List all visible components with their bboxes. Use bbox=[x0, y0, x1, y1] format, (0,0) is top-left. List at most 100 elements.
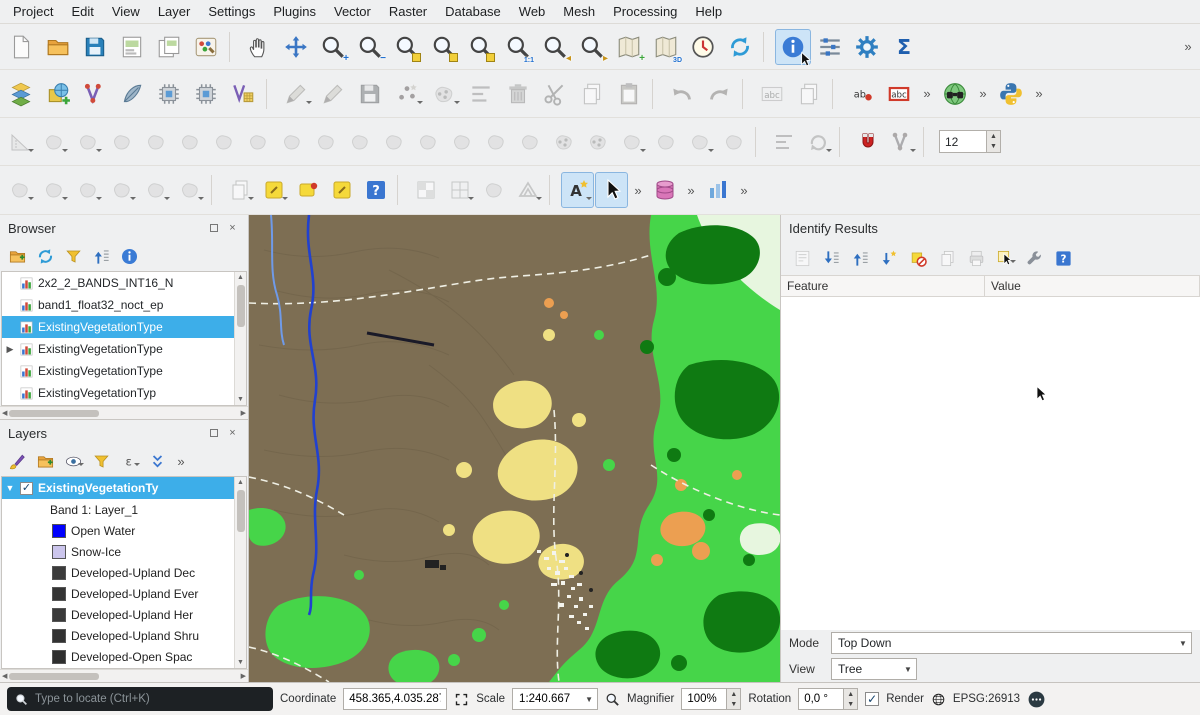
tracing-offset[interactable]: 12▲▼ bbox=[939, 130, 1001, 153]
refresh-browser-button[interactable] bbox=[32, 243, 58, 269]
regular-polygon-digitizing-button[interactable] bbox=[139, 172, 172, 208]
menu-settings[interactable]: Settings bbox=[199, 1, 264, 22]
magnifier-input[interactable] bbox=[681, 688, 727, 710]
rectangle-digitizing-button[interactable] bbox=[105, 172, 138, 208]
add-group-button[interactable] bbox=[32, 448, 58, 474]
scroll-down-icon[interactable]: ▼ bbox=[237, 394, 244, 405]
layers-horizontal-scrollbar[interactable]: ◀ ▶ bbox=[0, 669, 248, 682]
cut-features-button[interactable] bbox=[537, 76, 573, 112]
layer-labeling-options-button[interactable] bbox=[881, 76, 917, 112]
new-shapefile-layer-button[interactable] bbox=[77, 76, 113, 112]
toolbar-overflow-button[interactable]: » bbox=[1030, 79, 1048, 109]
undo-button[interactable] bbox=[664, 76, 700, 112]
vertex-tool-button[interactable] bbox=[426, 76, 462, 112]
toolbar-overflow-button[interactable]: » bbox=[918, 79, 936, 109]
add-part-button[interactable] bbox=[207, 124, 240, 160]
toggle-editing-button[interactable] bbox=[315, 76, 351, 112]
merge-features-button[interactable] bbox=[479, 124, 512, 160]
chevron-down-icon[interactable]: ▼ bbox=[1175, 633, 1191, 653]
menu-project[interactable]: Project bbox=[4, 1, 62, 22]
pan-map-button[interactable] bbox=[241, 29, 277, 65]
refresh-map-button[interactable] bbox=[722, 29, 758, 65]
collapse-all-button[interactable] bbox=[88, 243, 114, 269]
menu-raster[interactable]: Raster bbox=[380, 1, 436, 22]
open-layer-styling-panel-button[interactable] bbox=[4, 448, 30, 474]
zoom-to-selection-button[interactable] bbox=[426, 29, 462, 65]
mesh-select-button[interactable] bbox=[443, 172, 476, 208]
new-annotation-layer-button[interactable] bbox=[257, 172, 290, 208]
statistical-summary-button[interactable] bbox=[812, 29, 848, 65]
expand-tree-button[interactable] bbox=[818, 245, 844, 271]
toolbar-overflow-button[interactable]: » bbox=[735, 175, 753, 205]
help-contents-button[interactable] bbox=[359, 172, 392, 208]
scroll-down-icon[interactable]: ▼ bbox=[237, 657, 244, 668]
identify-settings-button[interactable] bbox=[1021, 245, 1047, 271]
manage-map-themes-button[interactable] bbox=[60, 448, 86, 474]
identify-results-body[interactable] bbox=[781, 297, 1200, 630]
extents-toggle-icon[interactable] bbox=[454, 692, 469, 707]
rotation-input[interactable] bbox=[798, 688, 844, 710]
simplify-feature-button[interactable] bbox=[139, 124, 172, 160]
browser-item[interactable]: ▶ExistingVegetationType bbox=[2, 338, 234, 360]
toolbar-overflow-button[interactable]: » bbox=[974, 79, 992, 109]
browser-item[interactable]: ExistingVegetationType bbox=[2, 360, 234, 382]
delete-ring-button[interactable] bbox=[275, 124, 308, 160]
show-statistics-button[interactable] bbox=[886, 29, 922, 65]
db-manager-button[interactable] bbox=[648, 172, 681, 208]
mesh-edit-button[interactable] bbox=[511, 172, 544, 208]
legend-class-item[interactable]: Snow-Ice bbox=[2, 541, 234, 562]
curve-digitizing-button[interactable] bbox=[683, 124, 716, 160]
move-feature-button[interactable] bbox=[37, 124, 70, 160]
split-parts-button[interactable] bbox=[445, 124, 478, 160]
menu-mesh[interactable]: Mesh bbox=[554, 1, 604, 22]
new-spatialite-layer-button[interactable] bbox=[114, 76, 150, 112]
ellipse-digitizing-button[interactable] bbox=[71, 172, 104, 208]
style-manager-button[interactable] bbox=[188, 29, 224, 65]
scroll-left-icon[interactable]: ◀ bbox=[2, 672, 7, 680]
highlight-pinned-labels-button[interactable] bbox=[844, 76, 880, 112]
legend-class-item[interactable]: Open Water bbox=[2, 520, 234, 541]
current-edits-button[interactable] bbox=[278, 76, 314, 112]
browser-item[interactable]: ExistingVegetationType bbox=[2, 316, 234, 338]
layer-band-label[interactable]: Band 1: Layer_1 bbox=[2, 499, 234, 520]
expander-icon[interactable]: ▼ bbox=[5, 483, 15, 493]
crs-globe-icon[interactable] bbox=[931, 692, 946, 707]
copy-paste-style-button[interactable] bbox=[223, 172, 256, 208]
new-memory-layer-button[interactable] bbox=[151, 76, 187, 112]
mesh-transform-button[interactable] bbox=[477, 172, 510, 208]
locate-input[interactable] bbox=[35, 693, 265, 705]
crs-label[interactable]: EPSG:26913 bbox=[953, 693, 1020, 705]
clear-results-button[interactable] bbox=[905, 245, 931, 271]
enable-snapping-button[interactable] bbox=[851, 124, 884, 160]
scrollbar-thumb[interactable] bbox=[9, 410, 99, 417]
legend-class-item[interactable]: Developed-Open Spac bbox=[2, 646, 234, 667]
modify-attributes-selected-button[interactable] bbox=[463, 76, 499, 112]
expand-new-results-button[interactable] bbox=[876, 245, 902, 271]
new-mesh-layer-button[interactable] bbox=[188, 76, 224, 112]
rotation-spinbox[interactable]: ▲▼ bbox=[798, 688, 858, 710]
split-features-button[interactable] bbox=[411, 124, 444, 160]
legend-class-item[interactable]: Developed-Upland Dec bbox=[2, 562, 234, 583]
scrollbar-thumb[interactable] bbox=[237, 285, 245, 327]
trim-extend-feature-button[interactable] bbox=[615, 124, 648, 160]
locate-bar[interactable] bbox=[7, 687, 273, 711]
delete-selected-button[interactable] bbox=[500, 76, 536, 112]
map-canvas[interactable] bbox=[249, 215, 780, 682]
add-feature-button[interactable] bbox=[389, 76, 425, 112]
filter-legend-by-expression-button[interactable] bbox=[116, 448, 142, 474]
scroll-left-icon[interactable]: ◀ bbox=[2, 409, 7, 417]
zoom-full-button[interactable] bbox=[389, 29, 425, 65]
show-unplaced-labels-button[interactable] bbox=[754, 76, 790, 112]
enable-tracing-button[interactable] bbox=[885, 124, 918, 160]
browser-item[interactable]: 2x2_2_BANDS_INT16_N bbox=[2, 272, 234, 294]
expander-icon[interactable]: ▶ bbox=[5, 344, 15, 355]
feature-column-header[interactable]: Feature bbox=[781, 276, 985, 296]
add-selected-layers-button[interactable] bbox=[4, 243, 30, 269]
chevron-down-icon[interactable]: ▼ bbox=[581, 689, 597, 709]
spin-arrows[interactable]: ▲▼ bbox=[987, 130, 1001, 153]
filter-browser-button[interactable] bbox=[60, 243, 86, 269]
legend-class-item[interactable]: Developed-Upland Ever bbox=[2, 583, 234, 604]
new-print-layout-button[interactable] bbox=[114, 29, 150, 65]
expand-all-layers-button[interactable] bbox=[144, 448, 170, 474]
add-ring-button[interactable] bbox=[173, 124, 206, 160]
